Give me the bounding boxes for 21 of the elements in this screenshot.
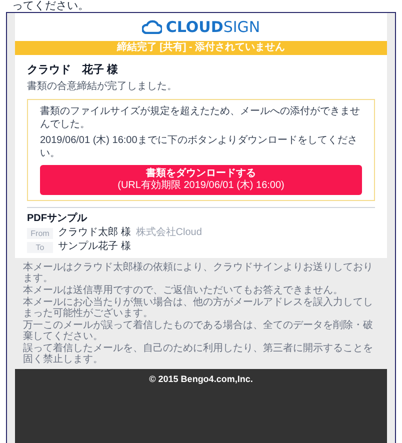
footer-note: 誤って着信したメールを、自己のために利用したり、第三者に開示することを固く禁止します。 [23, 343, 374, 365]
footer-note: 本メールは送信専用ですので、ご返信いただいてもお答えできません。 [23, 285, 344, 296]
status-banner: 締結完了 [共有] - 添付されていません [15, 41, 387, 55]
footer-note: 本メールはクラウド太郎様の依頼により、クラウドサインよりお送りしております。 [23, 262, 374, 284]
party-company: 株式会社Cloud [136, 227, 202, 239]
party-name: サンプル花子 様 [58, 241, 131, 253]
cloud-logo-icon [142, 20, 162, 34]
document-title: PDFサンプル [27, 212, 88, 225]
caption: ってください。 [11, 0, 90, 12]
notice-text: 書類のファイルサイズが規定を超えたため、メールへの添付ができませんでした。 [40, 105, 361, 131]
party-name: クラウド太郎 様 [58, 227, 131, 239]
completion-message: 書類の合意締結が完了しました。 [27, 80, 178, 94]
recipient-name: クラウド 花子 様 [27, 63, 120, 77]
footer-note: 万一このメールが誤って着信したものである場合は、全てのデータを削除・破棄してください。 [23, 320, 374, 342]
party-tag: From [27, 228, 53, 238]
footer-note: 本メールにお心当たりが無い場合は、他の方がメールアドレスを誤入力してしまった可能性がございます。 [23, 297, 374, 319]
copyright-text: © 2015 Bengo4.com,Inc. [149, 374, 253, 385]
download-button[interactable]: 書類をダウンロードする (URL有効期限 2019/06/01 (木) 16:00) [40, 165, 362, 195]
notice-text: 2019/06/01 (木) 16:00までに下のボタンよりダウンロードをしてください。 [40, 134, 358, 160]
party-tag: To [27, 242, 53, 252]
logo-text: CLOUDSIGN [166, 19, 260, 35]
